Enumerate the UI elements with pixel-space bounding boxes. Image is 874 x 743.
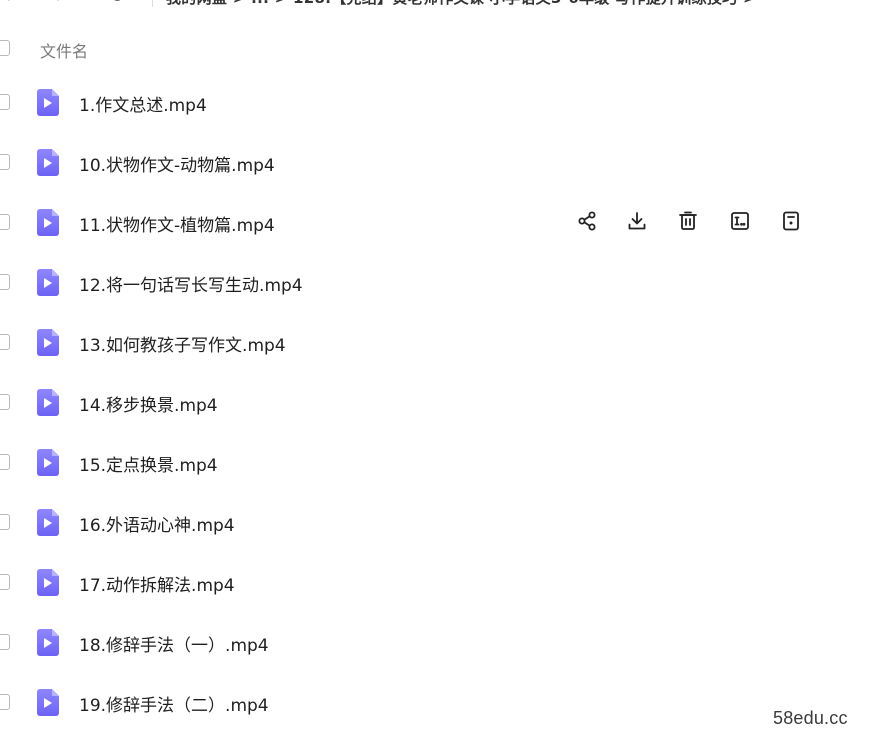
file-name[interactable]: 10.状物作文-动物篇.mp4 bbox=[79, 151, 275, 176]
file-name[interactable]: 19.修辞手法（二）.mp4 bbox=[79, 691, 269, 716]
list-item[interactable]: 18.修辞手法（一）.mp4 bbox=[0, 612, 874, 672]
file-manager-page: ‹ › ↻ 我的网盘 > ... > 128.【完结】黄老师作文课 小学语文3-… bbox=[0, 0, 874, 743]
row-checkbox[interactable] bbox=[0, 694, 10, 710]
video-file-icon bbox=[37, 149, 59, 176]
row-checkbox[interactable] bbox=[0, 454, 10, 470]
video-file-icon bbox=[37, 209, 59, 236]
file-name[interactable]: 12.将一句话写长写生动.mp4 bbox=[79, 271, 303, 296]
video-file-icon bbox=[37, 509, 59, 536]
file-name[interactable]: 11.状物作文-植物篇.mp4 bbox=[79, 211, 275, 236]
video-file-icon bbox=[37, 269, 59, 296]
share-icon[interactable] bbox=[574, 208, 600, 234]
video-file-icon bbox=[37, 689, 59, 716]
row-checkbox[interactable] bbox=[0, 154, 10, 170]
list-item[interactable]: 19.修辞手法（二）.mp4 bbox=[0, 672, 874, 732]
back-icon[interactable]: ‹ bbox=[4, 0, 11, 7]
row-checkbox[interactable] bbox=[0, 574, 10, 590]
row-checkbox[interactable] bbox=[0, 634, 10, 650]
forward-icon[interactable]: › bbox=[56, 0, 63, 7]
row-checkbox[interactable] bbox=[0, 214, 10, 230]
delete-icon[interactable] bbox=[675, 208, 701, 234]
row-checkbox[interactable] bbox=[0, 334, 10, 350]
video-file-icon bbox=[37, 329, 59, 356]
more-icon[interactable] bbox=[778, 208, 804, 234]
select-all-checkbox[interactable] bbox=[0, 40, 10, 56]
list-header: 文件名 bbox=[0, 30, 874, 66]
video-file-icon bbox=[37, 569, 59, 596]
divider bbox=[152, 0, 153, 7]
refresh-icon[interactable]: ↻ bbox=[110, 0, 124, 7]
row-checkbox[interactable] bbox=[0, 274, 10, 290]
file-list: 1.作文总述.mp4 10.状物作文-动物篇.mp4 11.状物作文-植物篇.m… bbox=[0, 72, 874, 732]
row-checkbox[interactable] bbox=[0, 514, 10, 530]
breadcrumb-bar: ‹ › ↻ 我的网盘 > ... > 128.【完结】黄老师作文课 小学语文3-… bbox=[0, 0, 874, 9]
file-name[interactable]: 13.如何教孩子写作文.mp4 bbox=[79, 331, 286, 356]
download-icon[interactable] bbox=[624, 208, 650, 234]
list-item[interactable]: 10.状物作文-动物篇.mp4 bbox=[0, 132, 874, 192]
list-item[interactable]: 12.将一句话写长写生动.mp4 bbox=[0, 252, 874, 312]
video-file-icon bbox=[37, 389, 59, 416]
row-checkbox[interactable] bbox=[0, 94, 10, 110]
file-name[interactable]: 16.外语动心神.mp4 bbox=[79, 511, 235, 536]
list-item[interactable]: 11.状物作文-植物篇.mp4 bbox=[0, 192, 874, 252]
file-name[interactable]: 18.修辞手法（一）.mp4 bbox=[79, 631, 269, 656]
list-item[interactable]: 14.移步换景.mp4 bbox=[0, 372, 874, 432]
video-file-icon bbox=[37, 89, 59, 116]
list-item[interactable]: 13.如何教孩子写作文.mp4 bbox=[0, 312, 874, 372]
row-checkbox[interactable] bbox=[0, 394, 10, 410]
file-name[interactable]: 15.定点换景.mp4 bbox=[79, 451, 218, 476]
file-name[interactable]: 14.移步换景.mp4 bbox=[79, 391, 218, 416]
list-item[interactable]: 16.外语动心神.mp4 bbox=[0, 492, 874, 552]
column-header-filename[interactable]: 文件名 bbox=[40, 38, 88, 62]
watermark: 58edu.cc bbox=[773, 708, 848, 728]
list-item[interactable]: 1.作文总述.mp4 bbox=[0, 72, 874, 132]
breadcrumb[interactable]: 我的网盘 > ... > 128.【完结】黄老师作文课 小学语文3-6年级 写作… bbox=[166, 0, 756, 8]
video-file-icon bbox=[37, 449, 59, 476]
list-item[interactable]: 17.动作拆解法.mp4 bbox=[0, 552, 874, 612]
file-name[interactable]: 1.作文总述.mp4 bbox=[79, 91, 207, 116]
rename-icon[interactable] bbox=[727, 208, 753, 234]
list-item[interactable]: 15.定点换景.mp4 bbox=[0, 432, 874, 492]
file-name[interactable]: 17.动作拆解法.mp4 bbox=[79, 571, 235, 596]
row-action-toolbar bbox=[574, 208, 814, 236]
video-file-icon bbox=[37, 629, 59, 656]
